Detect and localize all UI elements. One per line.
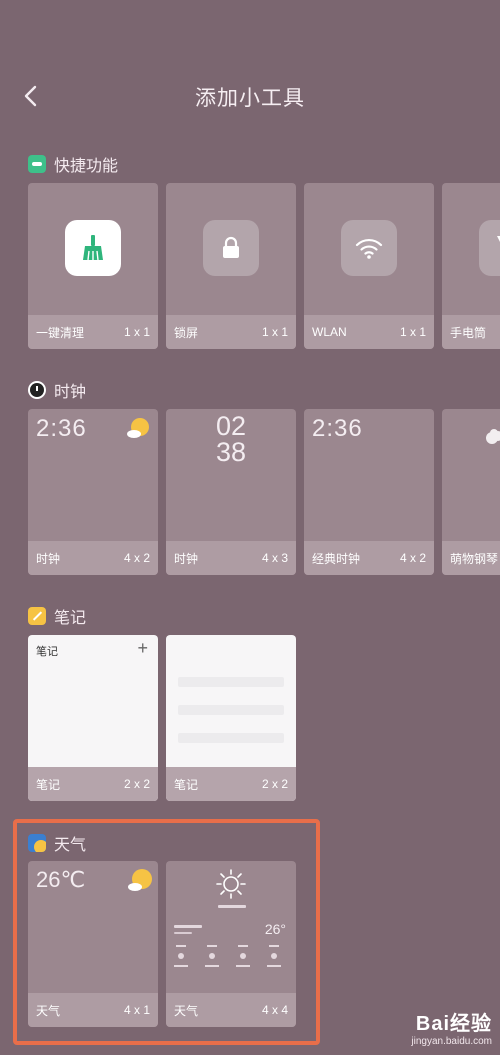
section-notes-header: 笔记	[28, 604, 86, 628]
widget-name: 萌物钢琴	[450, 551, 499, 566]
widget-name: 时钟	[174, 551, 199, 566]
section-weather-header: 天气	[28, 831, 86, 855]
wlan-app-tile	[341, 220, 397, 276]
weather-date-line	[174, 925, 202, 928]
card-footer: WLAN 1 x 1	[304, 315, 434, 349]
section-notes-label: 笔记	[54, 610, 87, 627]
widget-size: 2 x 2	[123, 777, 150, 791]
widget-card-note-1[interactable]: 笔记 + 笔记 2 x 2	[28, 635, 158, 801]
widget-size: 1 x 1	[399, 325, 426, 339]
cleanup-app-tile	[65, 220, 121, 276]
note-icon	[28, 607, 46, 625]
quick-row: 一键清理 1 x 1 锁屏 1 x 1 WLAN 1 x 1 手电筒	[28, 183, 500, 349]
section-weather-label: 天气	[54, 837, 87, 854]
clock-icon	[28, 381, 46, 399]
widget-size: 4 x 3	[261, 551, 288, 565]
section-quick-label: 快捷功能	[54, 158, 119, 175]
widget-size: 1 x 1	[123, 325, 150, 339]
widget-name: 笔记	[36, 777, 61, 792]
widget-card-cleanup[interactable]: 一键清理 1 x 1	[28, 183, 158, 349]
cloud-icon	[486, 429, 500, 444]
weather-date-line	[174, 932, 192, 934]
add-note-icon: +	[137, 638, 148, 658]
card-footer: 时钟 4 x 3	[166, 541, 296, 575]
clock-minute: 38	[215, 437, 247, 467]
widget-size: 4 x 2	[123, 551, 150, 565]
wifi-icon	[355, 238, 383, 259]
card-footer: 手电筒	[442, 315, 500, 349]
flashlight-app-tile	[479, 220, 500, 276]
section-clock-label: 时钟	[54, 384, 87, 401]
card-footer: 天气 4 x 1	[28, 993, 158, 1027]
widget-name: 时钟	[36, 551, 61, 566]
widget-card-clock-4x3[interactable]: 02 38 时钟 4 x 3	[166, 409, 296, 575]
widget-name: 手电筒	[450, 325, 487, 340]
note-placeholder-line	[178, 733, 284, 743]
weather-icon	[28, 834, 46, 852]
note-placeholder-line	[178, 705, 284, 715]
card-footer: 一键清理 1 x 1	[28, 315, 158, 349]
lock-app-tile	[203, 220, 259, 276]
clock-stacked-time: 02 38	[166, 411, 296, 467]
widget-name: 锁屏	[174, 325, 199, 340]
widget-name: WLAN	[312, 325, 347, 339]
card-footer: 笔记 2 x 2	[28, 767, 158, 801]
section-clock-header: 时钟	[28, 378, 86, 402]
widget-name: 经典时钟	[312, 551, 361, 566]
widget-card-wlan[interactable]: WLAN 1 x 1	[304, 183, 434, 349]
widget-card-clock-4x2[interactable]: 2:36 时钟 4 x 2	[28, 409, 158, 575]
widget-card-weather-4x4[interactable]: 26° 天气 4 x 4	[166, 861, 296, 1027]
widget-card-classic-clock[interactable]: 2:36 经典时钟 4 x 2	[304, 409, 434, 575]
flashlight-icon	[497, 236, 500, 242]
widget-card-weather-4x1[interactable]: 26℃ 天气 4 x 1	[28, 861, 158, 1027]
broom-icon	[83, 235, 103, 261]
toggle-icon	[28, 155, 46, 173]
section-quick-header: 快捷功能	[28, 152, 118, 176]
card-footer: 经典时钟 4 x 2	[304, 541, 434, 575]
card-footer: 锁屏 1 x 1	[166, 315, 296, 349]
widget-card-lock[interactable]: 锁屏 1 x 1	[166, 183, 296, 349]
weather-temperature: 26°	[264, 921, 286, 937]
weather-desc-line	[218, 905, 246, 908]
clock-time: 2:36	[312, 415, 363, 442]
sun-cloud-icon	[128, 869, 152, 891]
widget-size: 4 x 4	[261, 1003, 288, 1017]
widget-size: 4 x 1	[123, 1003, 150, 1017]
weather-temperature: 26℃	[36, 867, 86, 892]
watermark-url: jingyan.baidu.com	[411, 1036, 492, 1047]
note-title: 笔记	[36, 646, 58, 658]
watermark: Bai经验 jingyan.baidu.com	[411, 1007, 492, 1047]
widget-size: 4 x 2	[399, 551, 426, 565]
top-bar: 添加小工具	[0, 70, 500, 124]
widget-card-note-2[interactable]: 笔记 2 x 2	[166, 635, 296, 801]
clock-row: 2:36 时钟 4 x 2 02 38 时钟 4 x 3 2:36 经典时钟 4…	[28, 409, 500, 575]
clock-time: 2:36	[36, 415, 87, 442]
widget-name: 一键清理	[36, 325, 85, 340]
card-footer: 笔记 2 x 2	[166, 767, 296, 801]
clock-hour: 02	[215, 411, 247, 441]
card-footer: 萌物钢琴	[442, 541, 500, 575]
card-footer: 天气 4 x 4	[166, 993, 296, 1027]
sun-icon	[216, 869, 246, 899]
widget-card-flashlight[interactable]: 手电筒	[442, 183, 500, 349]
lock-icon	[223, 236, 239, 258]
sun-cloud-icon	[127, 418, 149, 438]
card-footer: 时钟 4 x 2	[28, 541, 158, 575]
widget-size: 1 x 1	[261, 325, 288, 339]
widget-card-piano[interactable]: 萌物钢琴	[442, 409, 500, 575]
watermark-brand: Bai经验	[415, 1013, 492, 1035]
weather-row: 26℃ 天气 4 x 1 26° 天气 4 x 4	[28, 861, 296, 1027]
widget-size: 2 x 2	[261, 777, 288, 791]
notes-row: 笔记 + 笔记 2 x 2 笔记 2 x 2	[28, 635, 296, 801]
widget-name: 天气	[174, 1003, 199, 1018]
forecast-strip	[174, 945, 281, 967]
widget-name: 笔记	[174, 777, 199, 792]
page-title: 添加小工具	[195, 87, 305, 110]
widget-name: 天气	[36, 1003, 61, 1018]
note-placeholder-line	[178, 677, 284, 687]
